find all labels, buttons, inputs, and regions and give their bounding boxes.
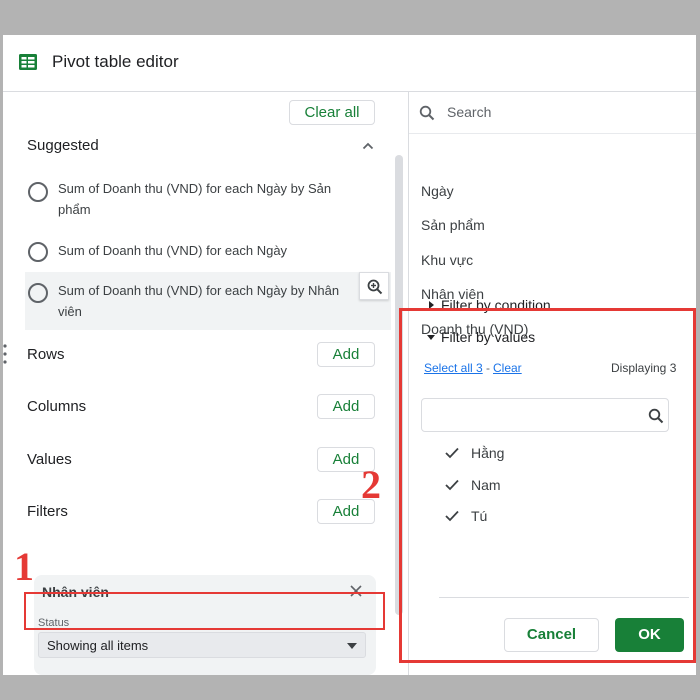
add-columns-button[interactable]: Add xyxy=(317,394,375,419)
suggestion-item[interactable]: Sum of Doanh thu (VND) for each Ngày by … xyxy=(25,272,391,330)
editor-header: Pivot table editor xyxy=(3,35,696,92)
preview-button[interactable] xyxy=(359,272,389,300)
clear-all-button[interactable]: Clear all xyxy=(289,100,375,125)
add-rows-button[interactable]: Add xyxy=(317,342,375,367)
filters-label: Filters xyxy=(27,503,68,520)
drag-handle-icon[interactable] xyxy=(3,343,7,365)
page-title: Pivot table editor xyxy=(52,52,179,71)
sheets-icon xyxy=(19,54,37,70)
annotation-box-2 xyxy=(399,308,696,663)
radio-button[interactable] xyxy=(28,182,48,202)
chevron-up-icon[interactable] xyxy=(362,142,374,150)
values-label: Values xyxy=(27,451,72,468)
left-pane: Clear all Suggested Sum of Doanh thu (VN… xyxy=(3,92,408,675)
suggested-heading: Suggested xyxy=(27,137,99,154)
suggestion-label: Sum of Doanh thu (VND) for each Ngày xyxy=(58,243,288,258)
zoom-in-icon xyxy=(367,279,383,295)
annotation-number-2: 2 xyxy=(361,462,381,507)
caret-down-icon xyxy=(347,643,357,649)
radio-button[interactable] xyxy=(28,242,48,262)
annotation-number-1: 1 xyxy=(14,544,34,589)
suggestion-item[interactable]: Sum of Doanh thu (VND) for each Ngày xyxy=(25,236,391,266)
suggestion-label: Sum of Doanh thu (VND) for each Ngày by … xyxy=(58,283,340,319)
columns-label: Columns xyxy=(27,398,87,415)
suggestion-label: Sum of Doanh thu (VND) for each Ngày by … xyxy=(58,181,332,217)
rows-label: Rows xyxy=(27,346,65,363)
annotation-box-1 xyxy=(24,592,385,630)
radio-button[interactable] xyxy=(28,283,48,303)
suggestion-item[interactable]: Sum of Doanh thu (VND) for each Ngày by … xyxy=(25,176,391,222)
status-select[interactable]: Showing all items xyxy=(38,632,366,658)
status-value: Showing all items xyxy=(47,638,149,653)
